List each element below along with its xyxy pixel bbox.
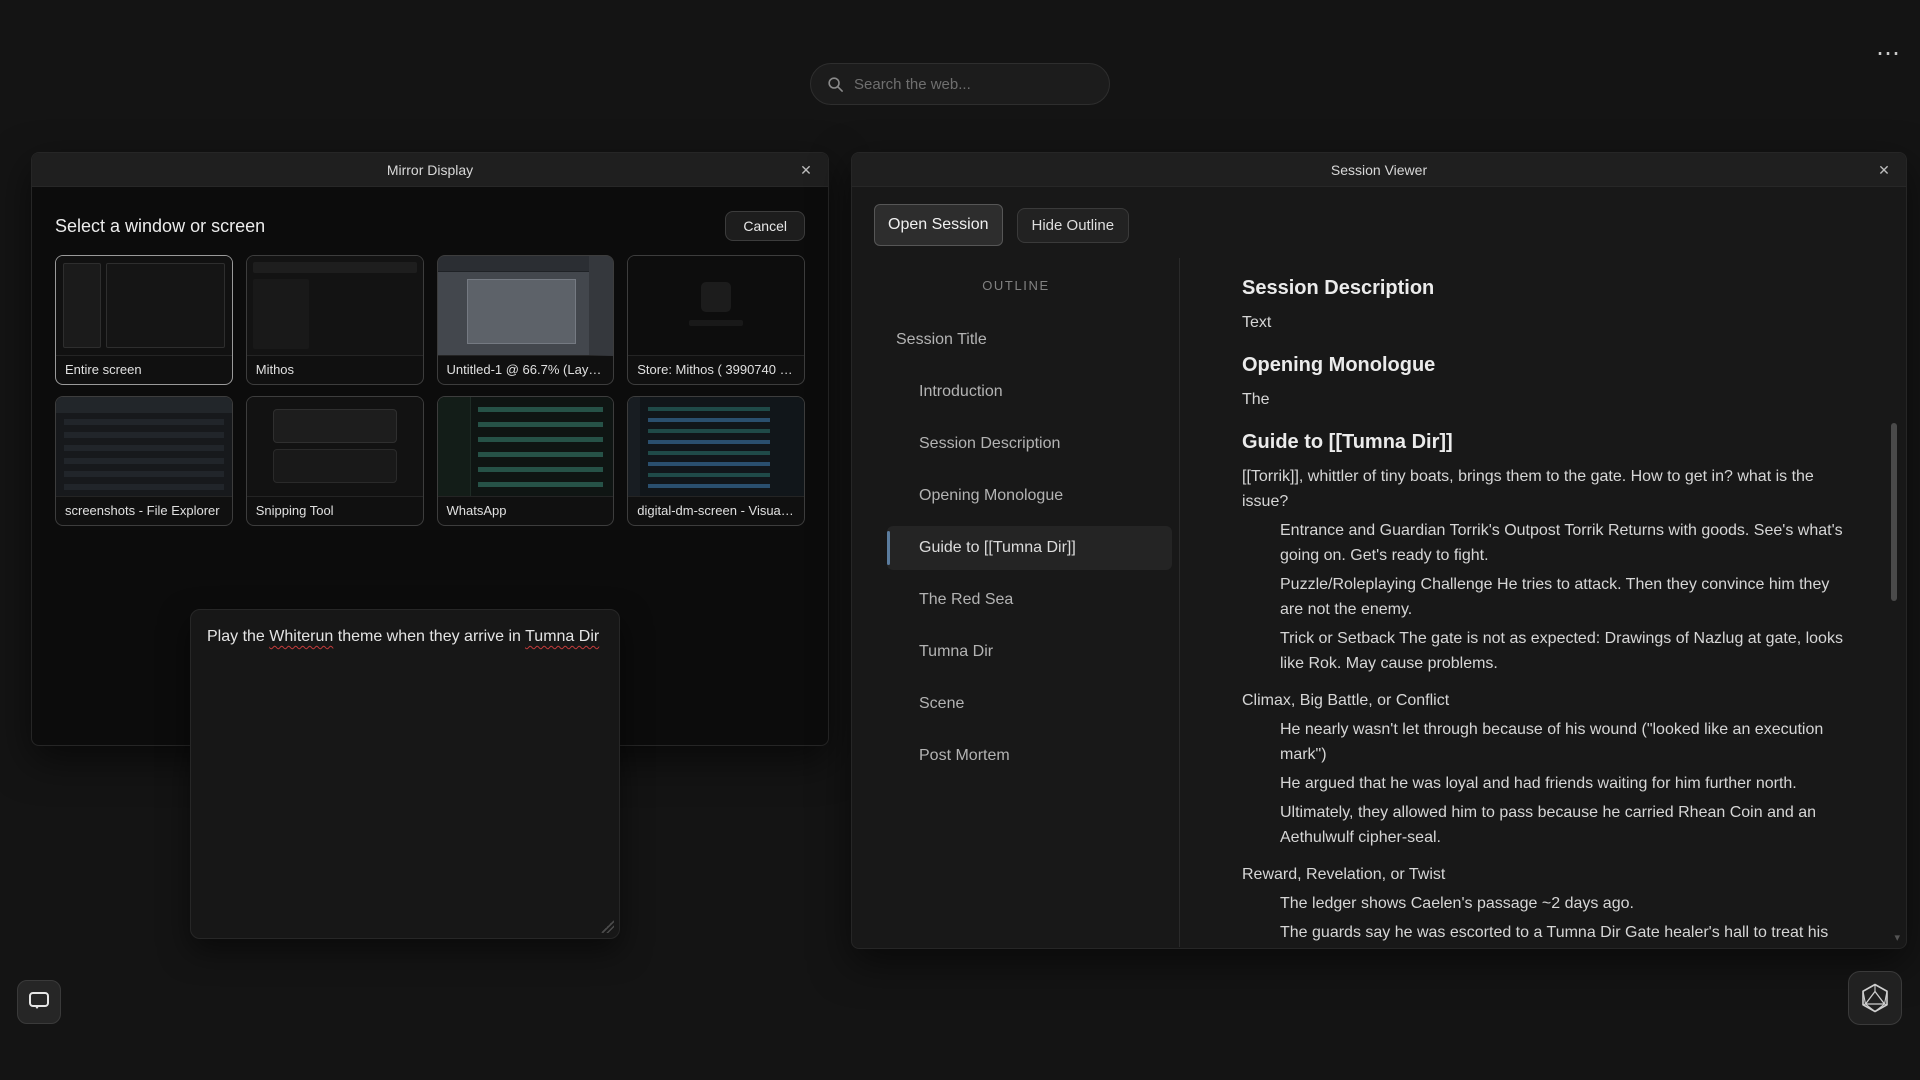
dice-button[interactable] <box>1848 971 1902 1025</box>
outline-item-label: Tumna Dir <box>919 643 993 661</box>
hide-outline-button[interactable]: Hide Outline <box>1017 208 1130 243</box>
outline-item[interactable]: Post Mortem <box>887 734 1172 778</box>
outline-item-label: Introduction <box>919 383 1003 401</box>
doc-block: Puzzle/Roleplaying Challenge He tries to… <box>1280 572 1850 622</box>
outline-item[interactable]: The Red Sea <box>887 578 1172 622</box>
session-document: Session Description Text Opening Monolog… <box>1242 274 1850 947</box>
window-thumbnail-grid: Entire screen Mithos Untitled-1 @ 66.7% … <box>55 255 805 526</box>
thumbnail-label: WhatsApp <box>438 497 614 525</box>
session-content-scroll-area[interactable]: Session Description Text Opening Monolog… <box>1180 258 1905 947</box>
outline-item[interactable]: Tumna Dir <box>887 630 1172 674</box>
doc-block: Reward, Revelation, or Twist <box>1242 862 1850 887</box>
doc-block: Opening Monologue <box>1242 351 1850 379</box>
thumbnail-label: Untitled-1 @ 66.7% (Layer… <box>438 356 614 384</box>
window-thumbnail[interactable]: Snipping Tool <box>246 396 424 526</box>
doc-block: The ledger shows Caelen's passage ~2 day… <box>1280 891 1850 916</box>
outline-item-label: Scene <box>919 695 964 713</box>
note-text: Play the Whiterun theme when they arrive… <box>207 625 603 649</box>
window-thumbnail[interactable]: Mithos <box>246 255 424 385</box>
chat-button[interactable] <box>17 980 61 1024</box>
note-text-segment: Whiterun <box>269 628 333 645</box>
outline-item[interactable]: Introduction <box>887 370 1172 414</box>
session-toolbar: Open Session Hide Outline <box>852 187 1906 254</box>
window-thumbnail[interactable]: digital-dm-screen - Visual … <box>627 396 805 526</box>
doc-block: Guide to [[Tumna Dir]] <box>1242 428 1850 456</box>
outline-item[interactable]: Session Title <box>887 318 1172 362</box>
session-main: OUTLINE Session Title Introduction Sessi… <box>853 258 1905 947</box>
scroll-down-indicator[interactable]: ▾ <box>1894 933 1900 944</box>
mirror-display-header: Select a window or screen Cancel <box>55 211 805 241</box>
thumbnail-label: Entire screen <box>56 356 232 384</box>
doc-block: Text <box>1242 310 1850 335</box>
outline-item-label: Guide to [[Tumna Dir]] <box>919 539 1076 557</box>
window-title: Mirror Display <box>387 162 473 178</box>
outline-item-label: Session Description <box>919 435 1060 453</box>
doc-block: Trick or Setback The gate is not as expe… <box>1280 626 1850 676</box>
thumbnail-preview-image <box>628 397 804 497</box>
note-text-segment: Play the <box>207 628 269 645</box>
thumbnail-label: Snipping Tool <box>247 497 423 525</box>
thumbnail-preview-image <box>247 256 423 356</box>
outline-list: Session Title Introduction Session Descr… <box>853 318 1179 778</box>
note-resize-handle[interactable] <box>601 920 614 933</box>
close-button[interactable]: ✕ <box>1870 153 1898 187</box>
doc-block: The guards say he was escorted to a Tumn… <box>1280 920 1850 947</box>
thumbnail-label: digital-dm-screen - Visual … <box>628 497 804 525</box>
close-icon: ✕ <box>800 162 812 179</box>
outline-item[interactable]: Scene <box>887 682 1172 726</box>
window-thumbnail[interactable]: Entire screen <box>55 255 233 385</box>
speech-bubble-icon <box>29 992 49 1007</box>
doc-block: Ultimately, they allowed him to pass bec… <box>1280 800 1850 850</box>
doc-block: He nearly wasn't let through because of … <box>1280 717 1850 767</box>
session-viewer-window: Session Viewer ✕ Open Session Hide Outli… <box>851 152 1907 949</box>
session-viewer-titlebar[interactable]: Session Viewer ✕ <box>852 153 1906 187</box>
d20-icon <box>1860 983 1890 1013</box>
window-thumbnail[interactable]: screenshots - File Explorer <box>55 396 233 526</box>
thumbnail-label: screenshots - File Explorer <box>56 497 232 525</box>
note-text-segment: Tumna Dir <box>525 628 599 645</box>
window-thumbnail[interactable]: Untitled-1 @ 66.7% (Layer… <box>437 255 615 385</box>
outline-sidebar: OUTLINE Session Title Introduction Sessi… <box>853 258 1180 947</box>
close-button[interactable]: ✕ <box>792 153 820 187</box>
web-search-bar[interactable] <box>810 63 1110 105</box>
doc-block: He argued that he was loyal and had frie… <box>1280 771 1850 796</box>
outline-item-label: The Red Sea <box>919 591 1013 609</box>
select-window-heading: Select a window or screen <box>55 216 265 237</box>
thumbnail-label: Store: Mithos ( 3990740 ) … <box>628 356 804 384</box>
note-card[interactable]: Play the Whiterun theme when they arrive… <box>190 609 620 939</box>
note-text-segment: theme when they arrive in <box>333 628 525 645</box>
outline-header: OUTLINE <box>853 278 1179 293</box>
thumbnail-preview-image <box>56 397 232 497</box>
thumbnail-preview-image <box>247 397 423 497</box>
outline-item-label: Opening Monologue <box>919 487 1063 505</box>
doc-block: Climax, Big Battle, or Conflict <box>1242 688 1850 713</box>
doc-block: Entrance and Guardian Torrik's Outpost T… <box>1280 518 1850 568</box>
close-icon: ✕ <box>1878 162 1890 179</box>
cancel-button[interactable]: Cancel <box>725 211 805 241</box>
window-title: Session Viewer <box>1331 162 1427 178</box>
window-thumbnail[interactable]: WhatsApp <box>437 396 615 526</box>
search-input[interactable] <box>854 76 1093 93</box>
outline-item[interactable]: Session Description <box>887 422 1172 466</box>
desktop: { "colors": { "accent": "#5b7c9e", "squi… <box>0 0 1920 1080</box>
thumbnail-preview-image <box>628 256 804 356</box>
outline-item[interactable]: Guide to [[Tumna Dir]] <box>887 526 1172 570</box>
overflow-menu-button[interactable]: ⋯ <box>1876 42 1902 66</box>
mirror-display-titlebar[interactable]: Mirror Display ✕ <box>32 153 828 187</box>
open-session-button[interactable]: Open Session <box>874 204 1003 246</box>
window-thumbnail[interactable]: Store: Mithos ( 3990740 ) … <box>627 255 805 385</box>
mirror-display-body: Select a window or screen Cancel Entire … <box>32 211 828 526</box>
search-icon <box>827 76 844 93</box>
thumbnail-label: Mithos <box>247 356 423 384</box>
thumbnail-preview-image <box>56 256 232 356</box>
outline-item[interactable]: Opening Monologue <box>887 474 1172 518</box>
doc-block: The <box>1242 387 1850 412</box>
doc-block: [[Torrik]], whittler of tiny boats, brin… <box>1242 464 1850 514</box>
outline-item-label: Session Title <box>896 331 987 349</box>
thumbnail-preview-image <box>438 256 614 356</box>
doc-block: Session Description <box>1242 274 1850 302</box>
scrollbar-thumb[interactable] <box>1891 423 1897 601</box>
thumbnail-preview-image <box>438 397 614 497</box>
outline-item-label: Post Mortem <box>919 747 1010 765</box>
